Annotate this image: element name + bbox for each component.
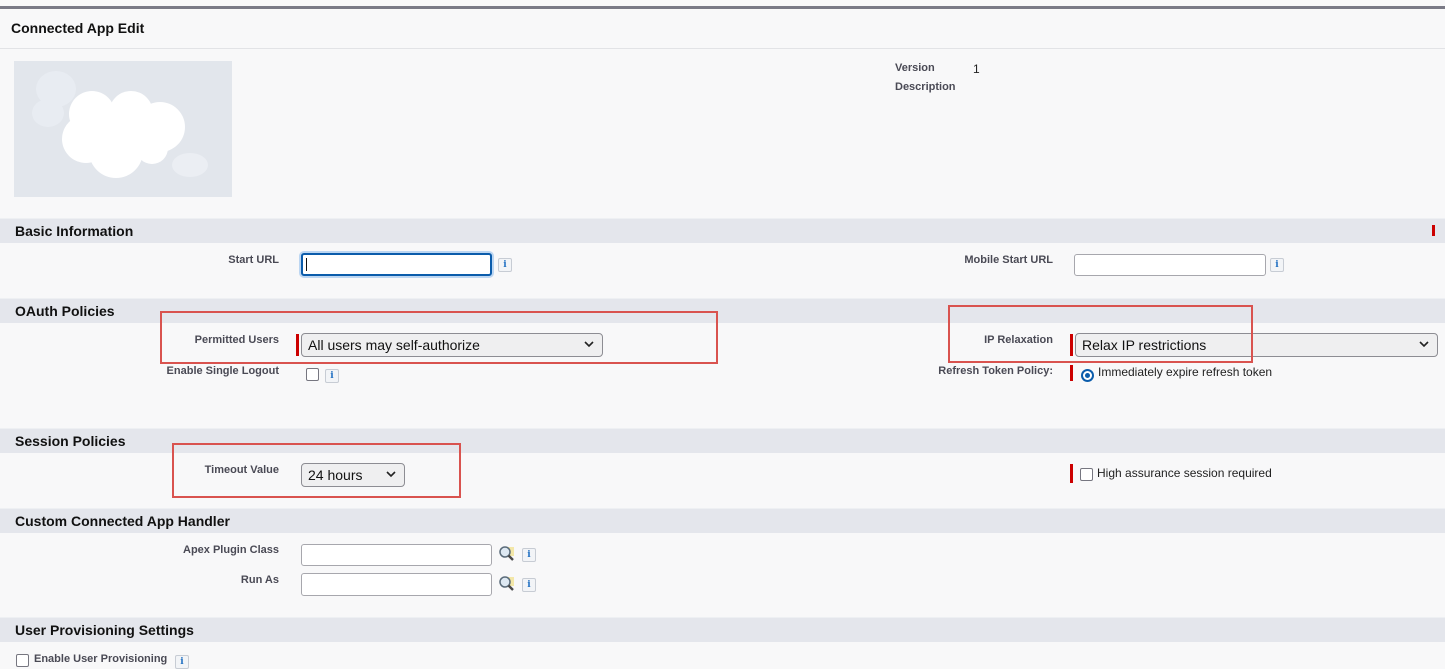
- ip-relaxation-label: IP Relaxation: [984, 334, 1053, 346]
- section-user-provisioning: User Provisioning Settings: [0, 617, 1445, 642]
- required-indicator: [1070, 365, 1073, 381]
- page-title: Connected App Edit: [11, 20, 145, 36]
- title-divider: [0, 48, 1445, 49]
- ip-relaxation-select[interactable]: Relax IP restrictions: [1075, 333, 1438, 357]
- timeout-value: 24 hours: [308, 467, 363, 483]
- section-title: Custom Connected App Handler: [15, 513, 230, 529]
- version-value: 1: [973, 62, 980, 76]
- single-logout-info-icon[interactable]: i: [325, 369, 339, 383]
- mobile-start-url-info-icon[interactable]: i: [1270, 258, 1284, 272]
- ip-relaxation-value: Relax IP restrictions: [1082, 337, 1207, 353]
- section-basic-information: Basic Information: [0, 218, 1445, 243]
- permitted-users-label: Permitted Users: [194, 334, 279, 346]
- enable-single-logout-checkbox[interactable]: [306, 368, 319, 381]
- enable-user-provisioning-label: Enable User Provisioning: [34, 653, 168, 665]
- salesforce-cloud-icon: [32, 71, 208, 178]
- required-indicator: [296, 334, 299, 356]
- refresh-token-radio[interactable]: [1081, 369, 1094, 382]
- high-assurance-checkbox[interactable]: [1080, 468, 1093, 481]
- permitted-users-select[interactable]: All users may self-authorize: [301, 333, 603, 357]
- enable-user-provisioning-checkbox[interactable]: [16, 654, 29, 667]
- start-url-label: Start URL: [228, 254, 279, 266]
- section-title: OAuth Policies: [15, 303, 115, 319]
- refresh-token-option-label: Immediately expire refresh token: [1098, 365, 1273, 379]
- section-custom-handler: Custom Connected App Handler: [0, 508, 1445, 533]
- enable-single-logout-label: Enable Single Logout: [166, 365, 279, 377]
- apex-plugin-class-input[interactable]: [301, 544, 492, 566]
- apex-plugin-class-label: Apex Plugin Class: [183, 544, 279, 556]
- mobile-start-url-label: Mobile Start URL: [964, 254, 1053, 266]
- refresh-token-policy-label: Refresh Token Policy:: [938, 365, 1053, 377]
- top-border: [0, 6, 1445, 9]
- version-label: Version: [895, 62, 935, 74]
- section-title: User Provisioning Settings: [15, 622, 194, 638]
- section-title: Basic Information: [15, 223, 134, 239]
- section-title: Session Policies: [15, 433, 126, 449]
- required-indicator: [1070, 464, 1073, 483]
- timeout-value-select[interactable]: 24 hours: [301, 463, 405, 487]
- mobile-start-url-input[interactable]: [1074, 254, 1266, 276]
- section-session-policies: Session Policies: [0, 428, 1445, 453]
- start-url-input[interactable]: [301, 253, 492, 276]
- required-indicator: [1070, 334, 1073, 356]
- chevron-down-icon: [584, 341, 594, 348]
- apex-plugin-info-icon[interactable]: i: [522, 548, 536, 562]
- run-as-input[interactable]: [301, 573, 492, 596]
- chevron-down-icon: [386, 471, 396, 478]
- high-assurance-label: High assurance session required: [1097, 466, 1272, 480]
- start-url-info-icon[interactable]: i: [498, 258, 512, 272]
- run-as-info-icon[interactable]: i: [522, 578, 536, 592]
- lookup-icon[interactable]: [498, 575, 516, 593]
- description-label: Description: [895, 81, 956, 93]
- section-oauth-policies: OAuth Policies: [0, 298, 1445, 323]
- lookup-icon[interactable]: [498, 545, 516, 563]
- timeout-value-label: Timeout Value: [204, 464, 279, 476]
- required-indicator: [1432, 225, 1435, 236]
- chevron-down-icon: [1419, 341, 1429, 348]
- app-logo-image: [14, 61, 232, 197]
- run-as-label: Run As: [240, 574, 279, 586]
- user-provisioning-info-icon[interactable]: i: [175, 655, 189, 669]
- permitted-users-value: All users may self-authorize: [308, 337, 480, 353]
